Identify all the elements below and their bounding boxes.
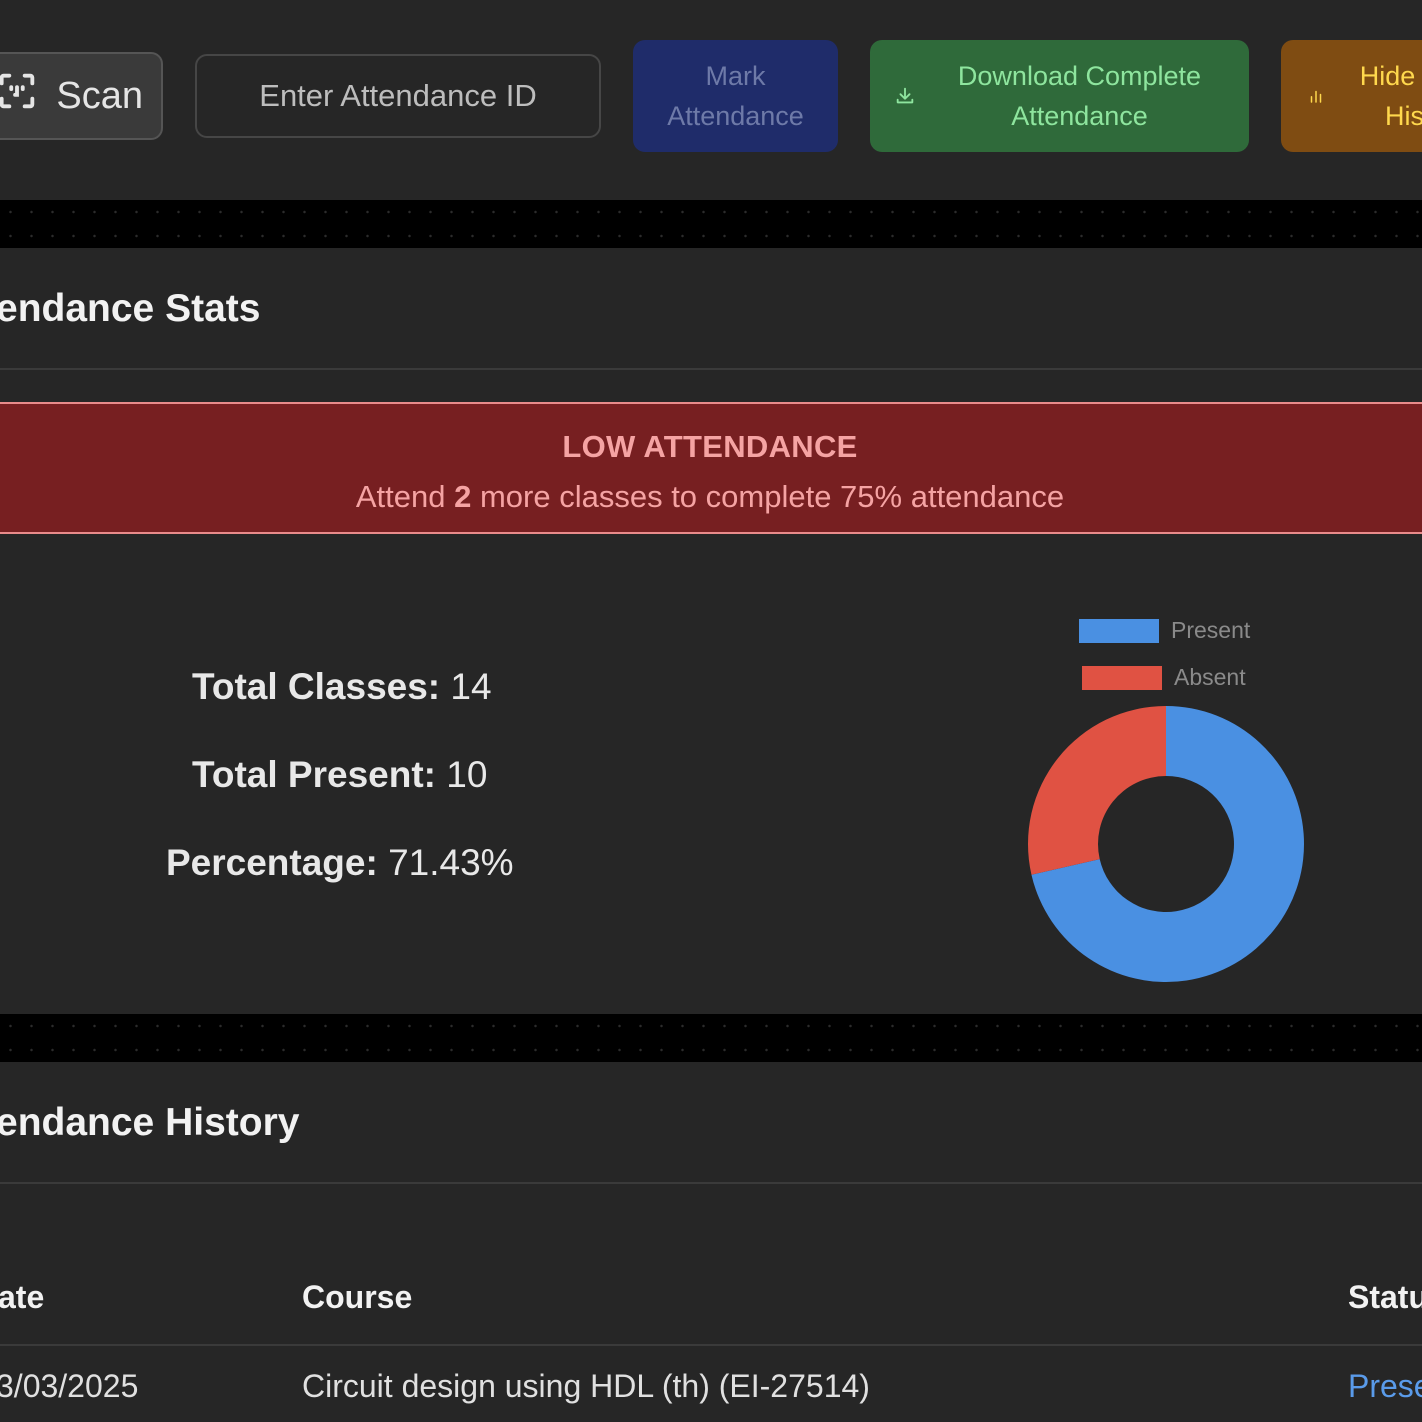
alert-message: Attend 2 more classes to complete 75% at… bbox=[355, 479, 1065, 514]
legend-item-absent[interactable]: Absent bbox=[1082, 664, 1250, 691]
table-header-divider bbox=[0, 1344, 1422, 1346]
attendance-history-title: endance History bbox=[0, 1101, 300, 1144]
bar-chart-icon bbox=[1281, 87, 1351, 105]
legend-swatch-absent bbox=[1082, 665, 1162, 690]
attendance-stats-title: endance Stats bbox=[0, 287, 261, 330]
divider bbox=[0, 368, 1422, 370]
download-icon bbox=[870, 85, 940, 107]
percentage-stat: Percentage: 71.43% bbox=[166, 842, 514, 883]
scan-button[interactable]: Scan bbox=[0, 52, 163, 140]
low-attendance-alert: LOW ATTENDANCE Attend 2 more classes to … bbox=[0, 402, 1422, 534]
cell-date: 3/03/2025 bbox=[0, 1368, 139, 1404]
chart-legend: Present Absent bbox=[1079, 617, 1250, 691]
total-classes-value: 14 bbox=[450, 666, 492, 707]
alert-title: LOW ATTENDANCE bbox=[562, 429, 858, 464]
column-header-date[interactable]: ate bbox=[0, 1279, 44, 1316]
mark-label-line2: Attendance bbox=[667, 101, 804, 131]
doughnut-slice-absent[interactable] bbox=[1028, 706, 1166, 875]
attendance-doughnut-chart bbox=[1028, 706, 1304, 982]
legend-swatch-present bbox=[1079, 618, 1159, 643]
section-separator bbox=[0, 1014, 1422, 1062]
cell-course: Circuit design using HDL (th) (EI-27514) bbox=[302, 1368, 870, 1404]
column-header-status[interactable]: Statu bbox=[1348, 1279, 1422, 1316]
scan-icon bbox=[0, 68, 40, 124]
cell-status: Prese bbox=[1348, 1368, 1422, 1404]
hide-history-button[interactable]: Hide His bbox=[1281, 40, 1422, 152]
legend-item-present[interactable]: Present bbox=[1079, 617, 1250, 644]
scan-label: Scan bbox=[56, 74, 143, 117]
alert-count: 2 bbox=[454, 479, 472, 514]
total-present-value: 10 bbox=[446, 754, 488, 795]
mark-attendance-button[interactable]: Mark Attendance bbox=[633, 40, 838, 152]
download-complete-attendance-button[interactable]: Download Complete Attendance bbox=[870, 40, 1249, 152]
download-label-line2: Attendance bbox=[1011, 101, 1148, 131]
legend-label-absent: Absent bbox=[1174, 664, 1246, 690]
column-header-course[interactable]: Course bbox=[302, 1279, 412, 1316]
hide-label-line2: His bbox=[1385, 101, 1422, 131]
attendance-id-input[interactable] bbox=[195, 54, 601, 138]
hide-label-line1: Hide bbox=[1359, 61, 1416, 91]
section-separator bbox=[0, 200, 1422, 248]
legend-label-present: Present bbox=[1171, 617, 1251, 643]
total-present-stat: Total Present: 10 bbox=[192, 754, 488, 795]
divider bbox=[0, 1182, 1422, 1184]
mark-label-line1: Mark bbox=[705, 61, 766, 91]
total-classes-stat: Total Classes: 14 bbox=[192, 666, 492, 707]
percentage-value: 71.43% bbox=[388, 842, 514, 883]
download-label-line1: Download Complete bbox=[957, 61, 1202, 91]
